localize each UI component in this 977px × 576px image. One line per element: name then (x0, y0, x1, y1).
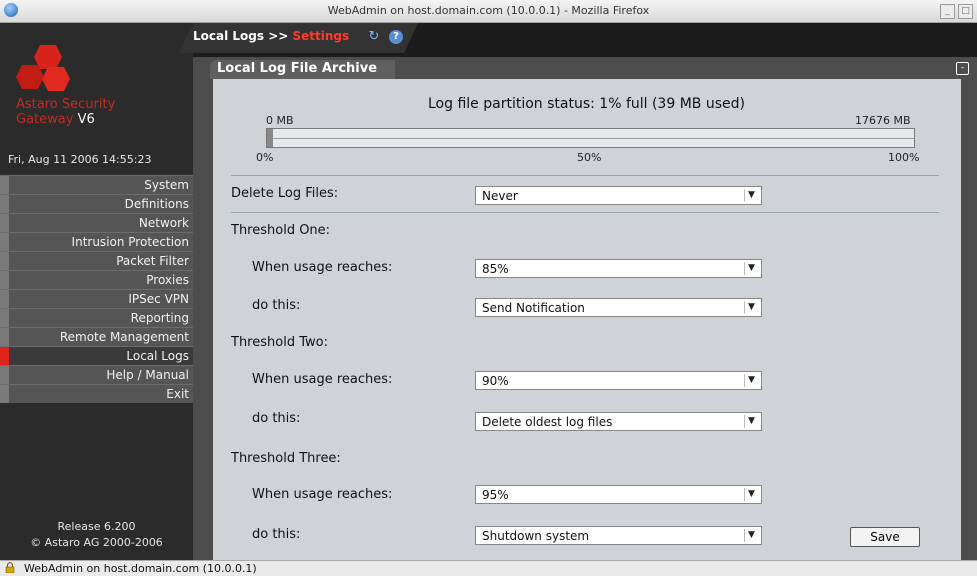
chevron-down-icon: ▼ (744, 488, 758, 501)
bar-tick-100: 100% (888, 151, 920, 164)
bar-max-label: 17676 MB (855, 114, 911, 127)
sidebar-nav: System Definitions Network Intrusion Pro… (0, 175, 193, 403)
save-button[interactable]: Save (850, 527, 920, 547)
threshold-one-usage-select[interactable]: 85% ▼ (475, 259, 762, 278)
sidebar-item-proxies[interactable]: Proxies (0, 270, 193, 289)
chevron-down-icon: ▼ (744, 189, 758, 202)
bar-tick-0: 0% (256, 151, 274, 164)
threshold-three-heading: Threshold Three: (231, 451, 341, 466)
chevron-down-icon: ▼ (744, 415, 758, 428)
copyright: © Astaro AG 2000-2006 (30, 536, 163, 549)
sidebar-item-remote-management[interactable]: Remote Management (0, 327, 193, 346)
sidebar-item-system[interactable]: System (0, 175, 193, 194)
partition-usage-fill (267, 129, 274, 147)
release-version: Release 6.200 (57, 520, 136, 533)
window-title: WebAdmin on host.domain.com (10.0.0.1) -… (327, 4, 650, 17)
help-icon[interactable]: ? (389, 30, 403, 44)
chevron-down-icon: ▼ (744, 529, 758, 542)
brand-line1: Astaro Security (16, 97, 116, 112)
minimize-button[interactable]: _ (940, 4, 955, 19)
threshold-three-action-label: do this: (252, 527, 301, 542)
breadcrumb-current: Settings (292, 29, 350, 43)
panel-header: Local Log File Archive - (193, 57, 977, 79)
threshold-three-usage-label: When usage reaches: (252, 487, 393, 502)
brand-line2: Gateway (16, 112, 74, 127)
sidebar-item-packet-filter[interactable]: Packet Filter (0, 251, 193, 270)
partition-status: Log file partition status: 1% full (39 M… (428, 96, 745, 112)
sidebar-item-local-logs[interactable]: Local Logs (0, 346, 193, 365)
top-bar: Local Logs >> Settings ↻ ? (179, 23, 977, 57)
threshold-two-action-select[interactable]: Delete oldest log files ▼ (475, 412, 762, 431)
sidebar-item-definitions[interactable]: Definitions (0, 194, 193, 213)
threshold-two-heading: Threshold Two: (231, 335, 328, 350)
breadcrumb-section[interactable]: Local Logs >> (193, 29, 288, 43)
sidebar: Astaro Security Gateway V6 Fri, Aug 11 2… (0, 23, 193, 560)
window-titlebar: WebAdmin on host.domain.com (10.0.0.1) -… (0, 0, 977, 23)
breadcrumb: Local Logs >> Settings (193, 29, 349, 43)
threshold-one-usage-label: When usage reaches: (252, 260, 393, 275)
chevron-down-icon: ▼ (744, 262, 758, 275)
threshold-one-heading: Threshold One: (231, 223, 331, 238)
sidebar-item-help-manual[interactable]: Help / Manual (0, 365, 193, 384)
sidebar-item-intrusion-protection[interactable]: Intrusion Protection (0, 232, 193, 251)
reload-icon[interactable]: ↻ (367, 30, 381, 44)
brand-version: V6 (77, 112, 95, 127)
status-text: WebAdmin on host.domain.com (10.0.0.1) (24, 562, 257, 575)
threshold-three-action-select[interactable]: Shutdown system ▼ (475, 526, 762, 545)
sidebar-item-exit[interactable]: Exit (0, 384, 193, 403)
threshold-two-action-label: do this: (252, 411, 301, 426)
brand-name: Astaro Security Gateway V6 (16, 97, 115, 127)
partition-usage-bar (266, 128, 915, 148)
chevron-down-icon: ▼ (744, 374, 758, 387)
system-datetime: Fri, Aug 11 2006 14:55:23 (8, 153, 152, 166)
threshold-two-usage-label: When usage reaches: (252, 372, 393, 387)
bar-tick-50: 50% (577, 151, 602, 164)
delete-log-files-select[interactable]: Never ▼ (475, 186, 762, 205)
collapse-panel-button[interactable]: - (956, 62, 969, 75)
threshold-one-action-select[interactable]: Send Notification ▼ (475, 298, 762, 317)
sidebar-item-network[interactable]: Network (0, 213, 193, 232)
chevron-down-icon: ▼ (744, 301, 758, 314)
sidebar-item-reporting[interactable]: Reporting (0, 308, 193, 327)
maximize-button[interactable]: □ (958, 4, 973, 19)
panel-title: Local Log File Archive (217, 61, 378, 76)
threshold-three-usage-select[interactable]: 95% ▼ (475, 485, 762, 504)
threshold-two-usage-select[interactable]: 90% ▼ (475, 371, 762, 390)
divider (231, 175, 939, 176)
threshold-one-action-label: do this: (252, 298, 301, 313)
lock-icon (5, 562, 15, 573)
delete-log-files-label: Delete Log Files: (231, 186, 339, 201)
status-bar: WebAdmin on host.domain.com (10.0.0.1) (0, 560, 977, 576)
divider (231, 212, 939, 213)
bar-min-label: 0 MB (266, 114, 294, 127)
release-info: Release 6.200 © Astaro AG 2000-2006 (0, 519, 193, 551)
sidebar-item-ipsec-vpn[interactable]: IPSec VPN (0, 289, 193, 308)
